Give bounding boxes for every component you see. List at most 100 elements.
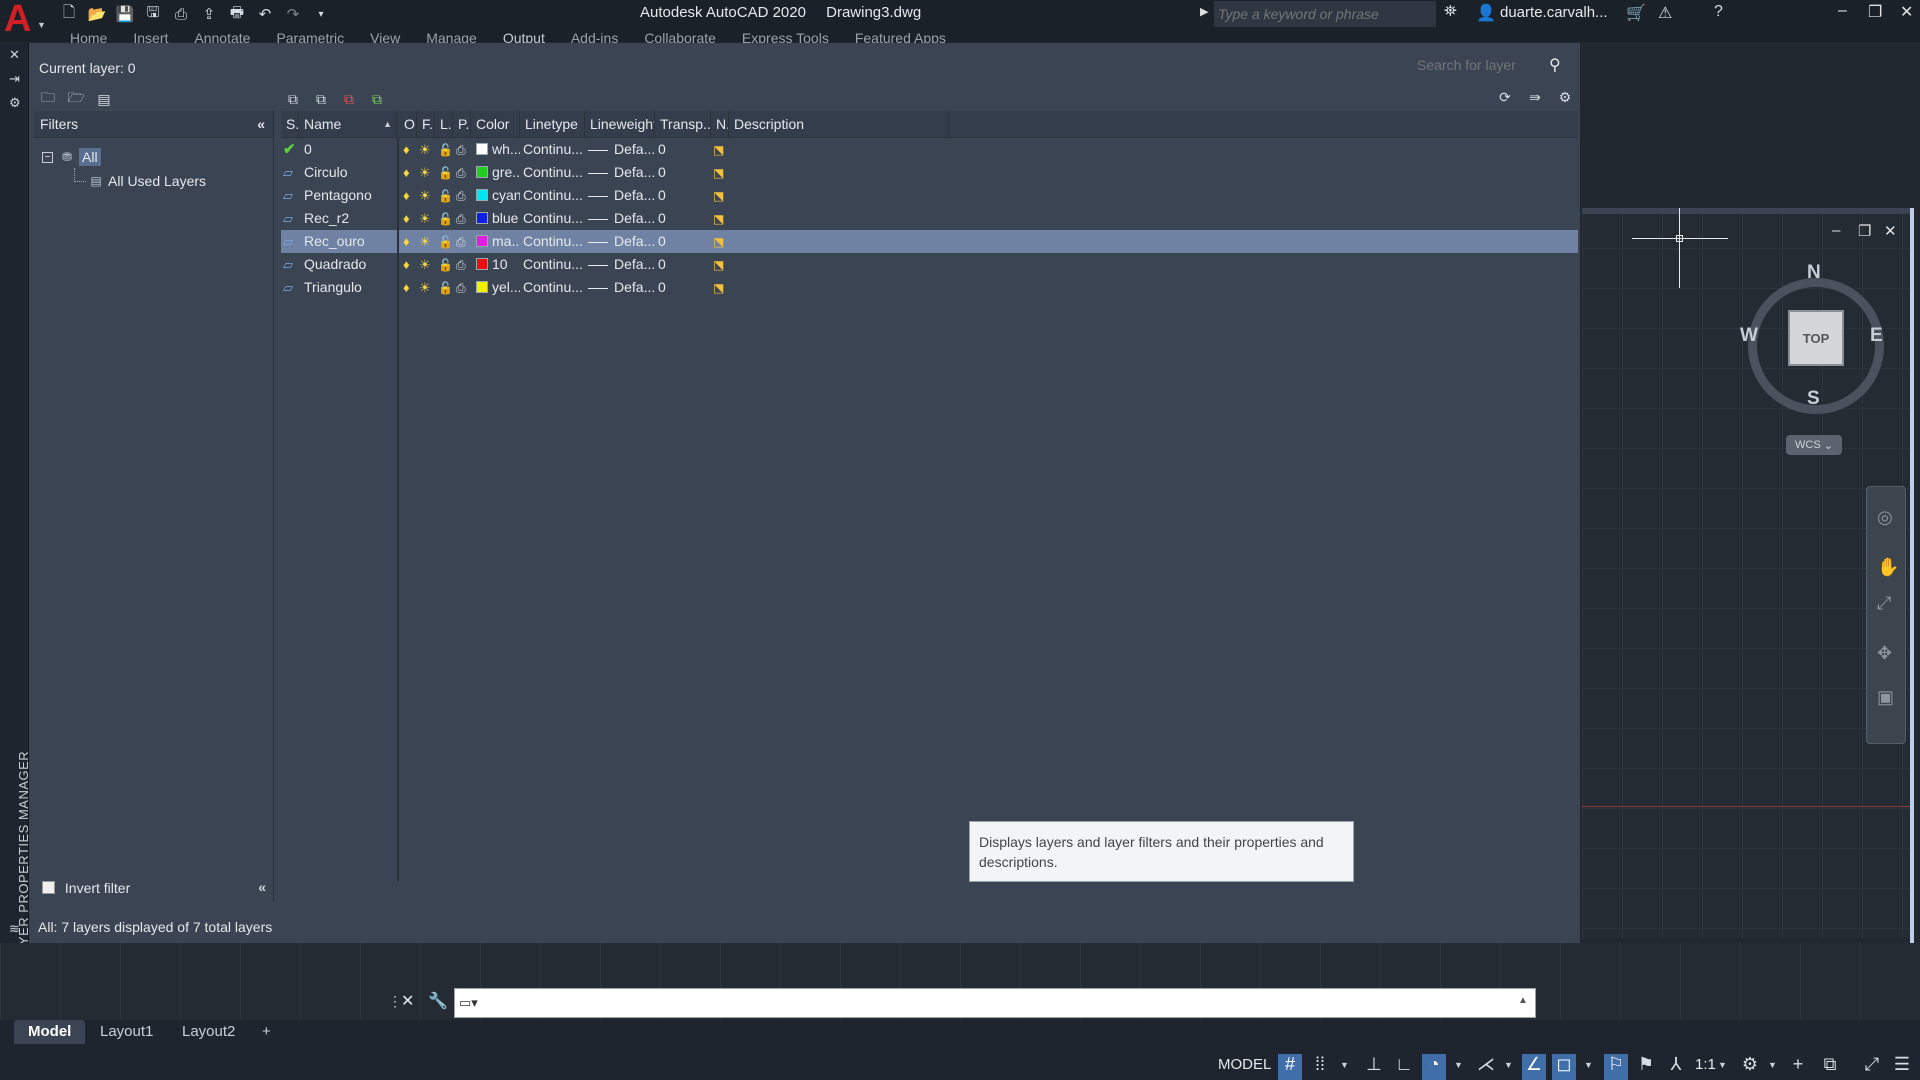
layer-name[interactable]: Triangulo (299, 276, 397, 299)
new-vp-freeze-icon[interactable]: ⬔ (711, 253, 729, 276)
layer-linetype[interactable]: Continu... (520, 230, 585, 253)
layer-description[interactable] (729, 184, 949, 207)
layer-lineweight[interactable]: Defa... (585, 253, 655, 276)
workspace-gear-icon[interactable]: ⚙ (1738, 1054, 1762, 1080)
customize-menu-icon[interactable]: ☰ (1890, 1054, 1914, 1080)
compass-west[interactable]: W (1740, 325, 1758, 347)
new-group-filter-icon[interactable]: 🗁 (66, 89, 86, 109)
chevron-down-icon[interactable]: ▼ (1454, 1060, 1463, 1070)
tree-item-all[interactable]: − ⛃ All (34, 146, 273, 168)
annotation-visibility-icon[interactable]: ⚐ (1604, 1054, 1628, 1080)
grid-icon[interactable]: # (1278, 1054, 1302, 1080)
layer-status-icon[interactable]: ▱ (281, 207, 299, 230)
layer-color[interactable]: 10 (471, 253, 520, 276)
transparency-icon[interactable]: ⇛ (1525, 87, 1545, 107)
save-icon[interactable]: 💾 (114, 3, 136, 25)
column-description[interactable]: Description (729, 111, 949, 138)
ribbon-tab[interactable]: Express Tools (742, 30, 829, 44)
lightbulb-icon[interactable]: ♦ (399, 161, 417, 184)
sun-icon[interactable]: ☀ (417, 230, 435, 253)
new-property-filter-icon[interactable]: 🗀 (38, 89, 58, 109)
open-folder-icon[interactable]: 📂 (86, 3, 108, 25)
unlock-icon[interactable]: 🔓 (435, 207, 453, 230)
layer-color[interactable]: wh... (471, 138, 520, 161)
column-color[interactable]: Color (471, 111, 520, 138)
layer-description[interactable] (729, 253, 949, 276)
redo-icon[interactable]: ↷ (282, 3, 304, 25)
compass-east[interactable]: E (1870, 325, 1883, 347)
pan-icon[interactable]: ✋ (1877, 557, 1899, 578)
table-row[interactable]: ✔ 0 ♦ ☀ 🔓 ⎙ wh... Continu... Defa... 0 ⬔ (281, 138, 1578, 161)
printer-icon[interactable]: ⎙ (453, 276, 471, 299)
sun-icon[interactable]: ☀ (417, 253, 435, 276)
steering-wheel-icon[interactable]: ◎ (1877, 507, 1893, 528)
auto-scale-icon[interactable]: ⚑ (1634, 1054, 1658, 1080)
layer-transparency[interactable]: 0 (655, 253, 711, 276)
layer-description[interactable] (729, 207, 949, 230)
chevron-up-icon[interactable]: ▲ (1518, 995, 1528, 1006)
ribbon-tab[interactable]: Collaborate (644, 30, 716, 44)
sun-icon[interactable]: ☀ (417, 184, 435, 207)
unlock-icon[interactable]: 🔓 (435, 184, 453, 207)
print-icon[interactable]: 🖶 (226, 3, 248, 25)
wrench-icon[interactable]: 🔧 (428, 991, 448, 1011)
open-from-web-icon[interactable]: ⎙ (170, 3, 192, 25)
printer-icon[interactable]: ⎙ (453, 230, 471, 253)
lightbulb-icon[interactable]: ♦ (399, 276, 417, 299)
layer-color[interactable]: ma... (471, 230, 520, 253)
customize-qat-icon[interactable]: ▾ (310, 3, 332, 25)
object-snap-icon[interactable]: ◻ (1552, 1054, 1576, 1080)
sun-icon[interactable]: ☀ (417, 161, 435, 184)
command-history-icon[interactable]: ▭▾ (459, 995, 478, 1011)
column-linetype[interactable]: Linetype (520, 111, 585, 138)
compass-north[interactable]: N (1807, 262, 1821, 284)
ribbon-tab[interactable]: Parametric (276, 30, 344, 44)
undo-icon[interactable]: ↶ (254, 3, 276, 25)
printer-icon[interactable]: ⎙ (453, 253, 471, 276)
new-vp-freeze-icon[interactable]: ⬔ (711, 230, 729, 253)
layer-lineweight[interactable]: Defa... (585, 184, 655, 207)
user-account[interactable]: duarte.carvalh... (1500, 4, 1608, 21)
layer-search-input[interactable] (1413, 51, 1563, 79)
new-vp-freeze-icon[interactable]: ⬔ (711, 276, 729, 299)
layer-name[interactable]: Quadrado (299, 253, 397, 276)
tab-model[interactable]: Model (14, 1020, 86, 1044)
polar-tracking-icon[interactable]: ◔ (1422, 1054, 1446, 1080)
ribbon-tab[interactable]: Add-ins (571, 30, 618, 44)
layer-lineweight[interactable]: Defa... (585, 276, 655, 299)
layer-name[interactable]: 0 (299, 138, 397, 161)
add-layout-icon[interactable]: + (248, 1020, 285, 1044)
sun-icon[interactable]: ☀ (417, 276, 435, 299)
model-space-toggle[interactable]: MODEL (1214, 1052, 1275, 1078)
layer-transparency[interactable]: 0 (655, 207, 711, 230)
ribbon-tab[interactable]: Manage (426, 30, 477, 44)
showmotion-icon[interactable]: ▣ (1877, 687, 1894, 708)
tab-layout2[interactable]: Layout2 (168, 1020, 249, 1044)
column-plot[interactable]: P.. (453, 111, 471, 138)
layer-states-manager-icon[interactable]: ▤ (94, 89, 114, 109)
chevron-down-icon[interactable]: ▼ (1340, 1060, 1349, 1070)
layer-transparency[interactable]: 0 (655, 230, 711, 253)
ucs-menu[interactable]: WCS ⌄ (1786, 435, 1842, 455)
cart-icon[interactable]: 🛒 (1626, 3, 1646, 23)
command-close-icon[interactable]: ✕ (401, 991, 414, 1011)
layer-name[interactable]: Circulo (299, 161, 397, 184)
table-row[interactable]: ▱ Pentagono ♦ ☀ 🔓 ⎙ cyan Continu... Defa... 0 ⬔ (281, 184, 1578, 207)
snap-icon[interactable]: ⁞⁞ (1308, 1054, 1332, 1080)
viewport-minimize-icon[interactable]: – (1832, 222, 1840, 239)
tab-layout1[interactable]: Layout1 (86, 1020, 167, 1044)
layer-name[interactable]: Rec_ouro (299, 230, 397, 253)
lightbulb-icon[interactable]: ♦ (399, 138, 417, 161)
ribbon-tab-active[interactable]: Output (503, 30, 545, 44)
column-lock[interactable]: L... (435, 111, 453, 138)
infer-constraints-icon[interactable]: ⊥ (1362, 1054, 1386, 1080)
layer-status-icon[interactable]: ▱ (281, 161, 299, 184)
table-row[interactable]: ▱ Triangulo ♦ ☀ 🔓 ⎙ yel... Continu... Defa... 0 ⬔ (281, 276, 1578, 299)
layer-linetype[interactable]: Continu... (520, 207, 585, 230)
layer-linetype[interactable]: Continu... (520, 253, 585, 276)
minimize-icon[interactable]: – (1838, 2, 1847, 20)
new-vp-freeze-icon[interactable]: ⬔ (711, 184, 729, 207)
new-layer-icon[interactable]: ⧉ (283, 89, 303, 109)
ribbon-tab[interactable]: Insert (133, 30, 168, 44)
application-menu-button[interactable]: A ▼ (0, 0, 48, 42)
